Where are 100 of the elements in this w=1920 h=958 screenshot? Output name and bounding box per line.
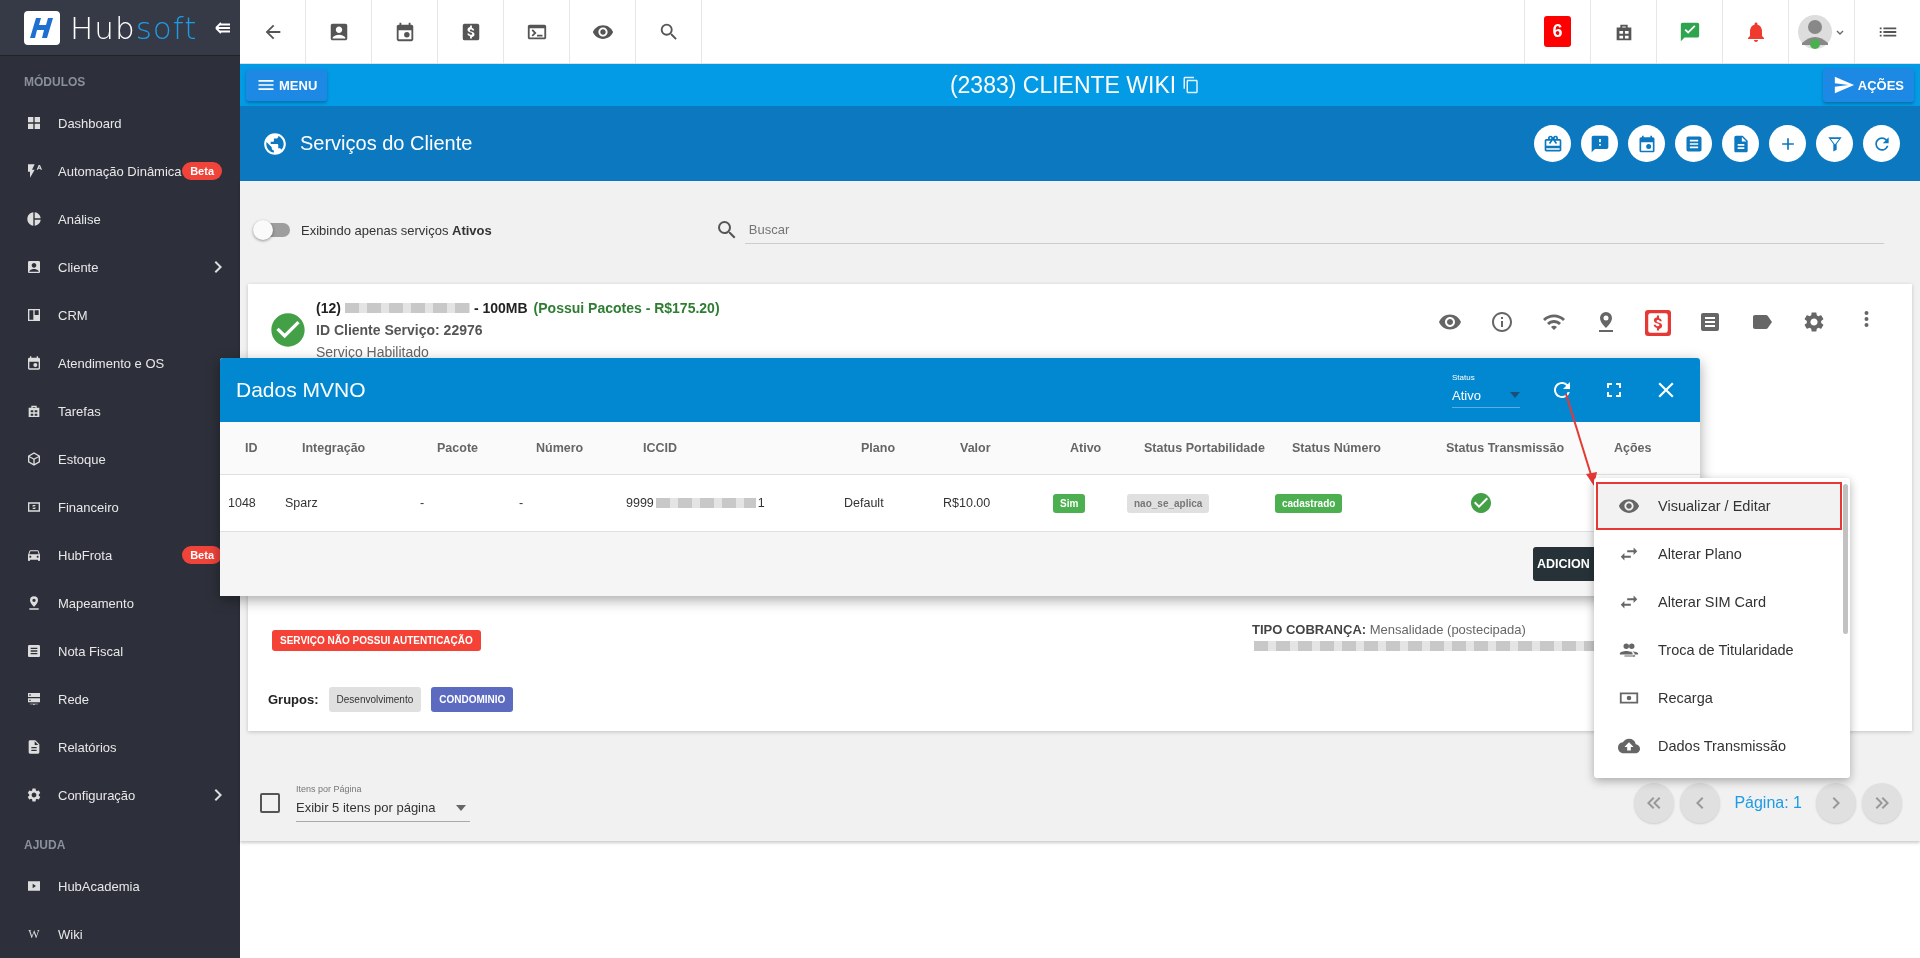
menu-item[interactable]: Troca de Titularidade <box>1596 626 1842 674</box>
logo-icon <box>24 10 60 45</box>
sidebar-item[interactable]: HubFrota Beta <box>0 531 222 579</box>
chevron-right-icon <box>214 261 222 273</box>
sidebar-item[interactable]: Nota Fiscal <box>0 627 222 675</box>
beta-badge: Beta <box>182 162 222 180</box>
sidebar-item[interactable]: Tarefas <box>0 387 222 435</box>
info-icon <box>1490 310 1514 334</box>
menu-item[interactable]: Recarga <box>1596 674 1842 722</box>
billing-button[interactable] <box>1645 310 1671 336</box>
service-name: (12) <box>316 300 341 316</box>
column-header: Status Transmissão <box>1446 441 1566 455</box>
round-button[interactable] <box>1816 125 1853 162</box>
globe-icon <box>262 130 288 157</box>
billing-value: Mensalidade (postecipada) <box>1369 622 1526 637</box>
lightning-icon <box>26 163 42 179</box>
round-button[interactable] <box>1534 125 1571 162</box>
toggle-switch[interactable] <box>256 223 290 237</box>
menu-button[interactable]: MENU <box>246 69 328 101</box>
sidebar-item[interactable]: Financeiro <box>0 483 222 531</box>
sidebar-item[interactable]: Dashboard <box>0 99 222 147</box>
video-icon <box>26 878 42 894</box>
sidebar-item[interactable]: Relatórios <box>0 723 222 771</box>
more-options-icon <box>1863 310 1869 328</box>
pie-chart-icon <box>26 211 42 227</box>
collapse-arrow-icon[interactable] <box>215 20 232 35</box>
menu-item[interactable]: Dados Transmissão <box>1596 722 1842 770</box>
last-page-button[interactable] <box>1862 783 1902 823</box>
round-button[interactable] <box>1863 125 1900 162</box>
status-badge: cadastrado <box>1275 493 1343 513</box>
sidebar-item[interactable]: Análise <box>0 195 222 243</box>
section-heading: AJUDA <box>23 837 67 854</box>
chevron-left-icon <box>1696 797 1705 809</box>
round-button[interactable] <box>1769 125 1806 162</box>
package-text: (Possui Pacotes - R$175.20) <box>533 300 720 316</box>
sidebar-item[interactable]: CRM <box>0 291 222 339</box>
section-title: Serviços do Cliente <box>300 132 473 155</box>
column-header: ICCID <box>643 441 679 455</box>
table-cell: 1048 <box>228 496 256 510</box>
column-header: ID <box>245 441 259 455</box>
sidebar-item[interactable]: Mapeamento <box>0 579 222 627</box>
table-cell: - <box>420 496 425 510</box>
table-cell: 1 <box>757 496 765 510</box>
round-button[interactable] <box>1675 125 1712 162</box>
per-page-select[interactable]: Itens por Página Exibir 5 itens por página <box>296 784 470 822</box>
round-button[interactable] <box>1628 125 1665 162</box>
sidebar-item[interactable]: Cliente <box>0 243 222 291</box>
table-cell: 9999 <box>626 496 654 510</box>
gift-icon <box>1542 133 1563 154</box>
actions-button[interactable]: AÇÕES <box>1822 68 1914 102</box>
chat-check-icon <box>1678 20 1701 43</box>
first-page-button[interactable] <box>1634 783 1675 823</box>
settings-icon <box>26 787 42 803</box>
dropdown-arrow-icon <box>456 804 466 811</box>
menu-item[interactable]: Visualizar / Editar <box>1596 482 1842 530</box>
sidebar-item[interactable]: Rede <box>0 675 222 723</box>
table-cell: R$10.00 <box>943 496 991 510</box>
chevron-right-icon <box>214 789 222 801</box>
group-tag: Desenvolvimento <box>328 687 422 712</box>
column-header: Ativo <box>1070 441 1103 455</box>
document-icon <box>26 643 42 659</box>
sidebar-item[interactable]: W Wiki <box>0 910 222 958</box>
search-field[interactable]: Buscar <box>744 216 1884 244</box>
file-icon <box>26 739 42 755</box>
sidebar-item[interactable]: HubAcademia <box>0 862 222 910</box>
menu-item[interactable]: Alterar SIM Card <box>1596 578 1842 626</box>
groups-label: Grupos: <box>268 692 319 707</box>
service-id: ID Cliente Serviço: 22976 <box>316 322 484 338</box>
billing-label: TIPO COBRANÇA: <box>1252 622 1367 637</box>
service-speed: - 100MB <box>473 300 528 316</box>
sidebar-item[interactable]: Atendimento e OS <box>0 339 222 387</box>
page-indicator: Página: 1 <box>1734 794 1802 812</box>
column-header: Plano <box>861 441 897 455</box>
notification-count[interactable]: 6 <box>1544 16 1571 47</box>
round-button[interactable] <box>1581 125 1618 162</box>
round-button[interactable] <box>1722 125 1759 162</box>
double-chevron-right-icon <box>1875 797 1889 809</box>
sidebar-item[interactable]: Automação Dinâmica Beta <box>0 147 222 195</box>
settings-icon <box>1802 310 1826 334</box>
auth-badge: SERVIÇO NÃO POSSUI AUTENTICAÇÃO <box>272 630 481 651</box>
table-cell: Sparz <box>285 496 318 510</box>
section-heading: MÓDULOS <box>23 73 87 91</box>
select-all-checkbox[interactable] <box>260 793 280 813</box>
chevron-right-icon <box>1832 797 1840 809</box>
sidebar-item[interactable]: Estoque <box>0 435 222 483</box>
column-header: Status Portabilidade <box>1144 441 1266 455</box>
dropdown-arrow-icon <box>1510 392 1520 398</box>
copy-icon <box>1182 76 1201 94</box>
calendar-icon <box>26 355 42 371</box>
alert-message-icon <box>1589 133 1610 154</box>
scrollbar[interactable] <box>1843 484 1848 634</box>
column-header: Número <box>536 441 585 455</box>
status-select[interactable]: Status Ativo <box>1452 372 1520 408</box>
column-header: Status Número <box>1292 441 1382 455</box>
location-pin-icon <box>26 595 42 611</box>
service-status: Serviço Habilitado <box>316 344 430 360</box>
server-icon <box>26 691 42 707</box>
cube-icon <box>26 451 42 467</box>
contact-card-icon <box>26 259 42 275</box>
sidebar-item[interactable]: Configuração <box>0 771 222 819</box>
